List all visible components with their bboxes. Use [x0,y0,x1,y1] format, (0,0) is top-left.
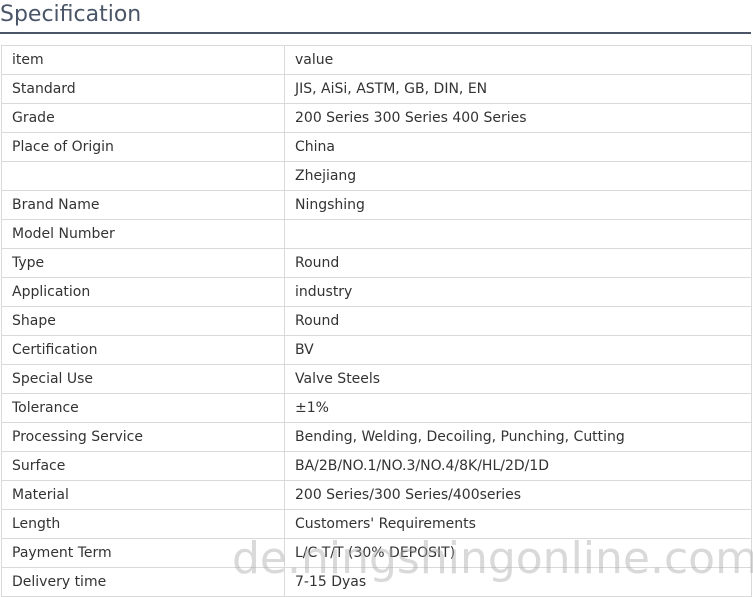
item-cell: Shape [1,306,285,336]
item-cell: Place of Origin [1,132,285,162]
item-cell: Delivery time [1,567,285,597]
value-cell: Zhejiang [284,161,752,191]
table-row: Zhejiang [1,161,752,191]
table-row: Length Customers' Requirements [1,509,752,539]
table-row: Brand Name Ningshing [1,190,752,220]
table-row: Material 200 Series/300 Series/400series [1,480,752,510]
value-cell: Ningshing [284,190,752,220]
item-cell: Payment Term [1,538,285,568]
page-title: Specification [0,2,142,27]
value-cell: industry [284,277,752,307]
value-cell: 200 Series/300 Series/400series [284,480,752,510]
table-row: Special Use Valve Steels [1,364,752,394]
item-cell: Type [1,248,285,278]
item-cell: Certification [1,335,285,365]
value-cell [284,219,752,249]
item-cell: item [1,45,285,75]
value-cell: ±1% [284,393,752,423]
table-row: Surface BA/2B/NO.1/NO.3/NO.4/8K/HL/2D/1D [1,451,752,481]
item-cell: Brand Name [1,190,285,220]
item-cell: Standard [1,74,285,104]
value-cell: 200 Series 300 Series 400 Series [284,103,752,133]
value-cell: JIS, AiSi, ASTM, GB, DIN, EN [284,74,752,104]
section-heading: Specification [0,0,751,34]
value-cell: BV [284,335,752,365]
value-cell: L/C T/T (30% DEPOSIT) [284,538,752,568]
value-cell: 7-15 Dyas [284,567,752,597]
item-cell: Processing Service [1,422,285,452]
table-row: Grade 200 Series 300 Series 400 Series [1,103,752,133]
table-row: Place of Origin China [1,132,752,162]
item-cell: Special Use [1,364,285,394]
table-row: Certification BV [1,335,752,365]
value-cell: value [284,45,752,75]
item-cell [1,161,285,191]
table-row: Shape Round [1,306,752,336]
table-row: Type Round [1,248,752,278]
specification-table: item value Standard JIS, AiSi, ASTM, GB,… [1,45,752,597]
table-row: item value [1,45,752,75]
value-cell: BA/2B/NO.1/NO.3/NO.4/8K/HL/2D/1D [284,451,752,481]
value-cell: Round [284,306,752,336]
item-cell: Length [1,509,285,539]
table-row: Payment Term L/C T/T (30% DEPOSIT) [1,538,752,568]
value-cell: Round [284,248,752,278]
item-cell: Surface [1,451,285,481]
value-cell: Customers' Requirements [284,509,752,539]
value-cell: China [284,132,752,162]
table-row: Processing Service Bending, Welding, Dec… [1,422,752,452]
item-cell: Application [1,277,285,307]
table-row: Standard JIS, AiSi, ASTM, GB, DIN, EN [1,74,752,104]
item-cell: Tolerance [1,393,285,423]
table-row: Tolerance ±1% [1,393,752,423]
value-cell: Bending, Welding, Decoiling, Punching, C… [284,422,752,452]
item-cell: Model Number [1,219,285,249]
table-row: Application industry [1,277,752,307]
table-row: Delivery time 7-15 Dyas [1,567,752,597]
table-row: Model Number [1,219,752,249]
item-cell: Material [1,480,285,510]
item-cell: Grade [1,103,285,133]
value-cell: Valve Steels [284,364,752,394]
